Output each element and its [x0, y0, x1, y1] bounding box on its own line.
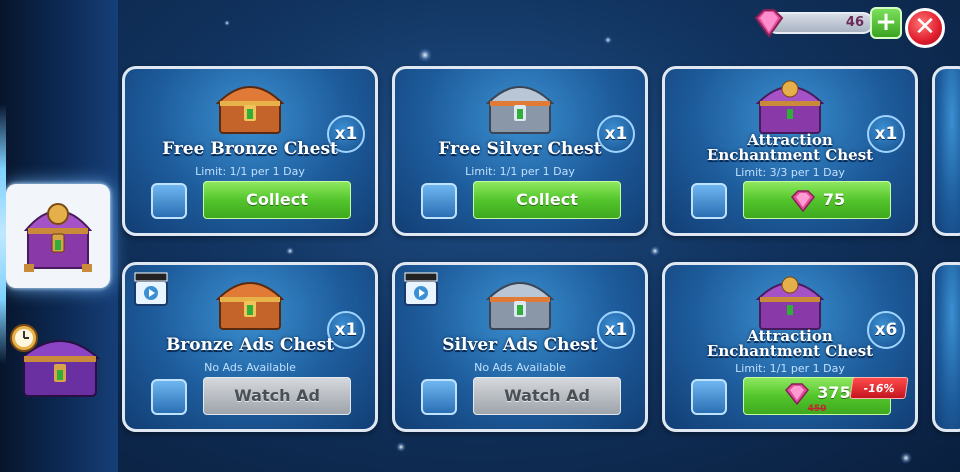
- card-silver-ads-chest: x1 Silver Ads Chest No Ads Available Wat…: [392, 262, 648, 432]
- purple-chest-icon: [755, 276, 825, 330]
- original-price: 450: [807, 404, 827, 414]
- price: 75: [822, 190, 846, 209]
- card-title-line2: Enchantment Chest: [706, 342, 874, 360]
- card-free-silver-chest: x1 Free Silver Chest Limit: 1/1 per 1 Da…: [392, 66, 648, 236]
- bronze-chest-icon: [215, 86, 285, 134]
- chest-info-icon[interactable]: [151, 379, 187, 415]
- card-partial: [932, 66, 960, 236]
- gem-icon: [785, 382, 810, 405]
- tab-attraction-chests[interactable]: [0, 104, 110, 364]
- card-free-bronze-chest: x1 Free Bronze Chest Limit: 1/1 per 1 Da…: [122, 66, 378, 236]
- card-limit: Limit: 1/1 per 1 Day: [735, 362, 845, 375]
- video-ad-icon: [134, 272, 168, 306]
- card-limit: Limit: 3/3 per 1 Day: [735, 166, 845, 179]
- watch-ad-button[interactable]: Watch Ad: [473, 377, 621, 415]
- card-attraction-enchantment-chest: x1 Attraction Enchantment Chest Limit: 3…: [662, 66, 918, 236]
- card-limit: Limit: 1/1 per 1 Day: [465, 165, 575, 178]
- chest-info-icon[interactable]: [691, 183, 727, 219]
- bronze-chest-icon: [215, 282, 285, 330]
- watch-ad-button[interactable]: Watch Ad: [203, 377, 351, 415]
- purple-chest-icon: [23, 203, 93, 272]
- buy-with-gems-button[interactable]: 75: [743, 181, 891, 219]
- card-title-line2: Enchantment Chest: [706, 146, 874, 164]
- card-title: Free Silver Chest: [438, 139, 602, 159]
- clock-chest-icon: [10, 324, 101, 397]
- gem-icon: [754, 9, 784, 38]
- price: 375: [817, 383, 851, 402]
- collect-button[interactable]: Collect: [203, 181, 351, 219]
- chest-info-icon[interactable]: [151, 183, 187, 219]
- card-limit: No Ads Available: [204, 361, 296, 374]
- chest-info-icon[interactable]: [421, 183, 457, 219]
- collect-button[interactable]: Collect: [473, 181, 621, 219]
- discount-badge: -16%: [849, 377, 909, 399]
- card-title: Free Bronze Chest: [162, 139, 338, 159]
- card-bronze-ads-chest: x1 Bronze Ads Chest No Ads Available Wat…: [122, 262, 378, 432]
- add-gems-button[interactable]: +: [870, 7, 902, 39]
- category-sidebar: [0, 0, 118, 472]
- silver-chest-icon: [485, 282, 555, 330]
- silver-chest-icon: [485, 86, 555, 134]
- card-title: Bronze Ads Chest: [165, 335, 335, 355]
- chest-info-icon[interactable]: [691, 379, 727, 415]
- card-attraction-enchantment-chest-bundle: x6 Attraction Enchantment Chest Limit: 1…: [662, 262, 918, 432]
- video-ad-icon: [404, 272, 438, 306]
- card-limit: Limit: 1/1 per 1 Day: [195, 165, 305, 178]
- chest-info-icon[interactable]: [421, 379, 457, 415]
- close-button[interactable]: ✕: [905, 8, 945, 48]
- card-partial: [932, 262, 960, 432]
- card-title: Silver Ads Chest: [442, 335, 598, 355]
- purple-chest-icon: [755, 80, 825, 134]
- gem-count: 46: [845, 15, 864, 30]
- gem-icon: [790, 189, 815, 212]
- card-limit: No Ads Available: [474, 361, 566, 374]
- tab-timed-chests[interactable]: [8, 318, 108, 408]
